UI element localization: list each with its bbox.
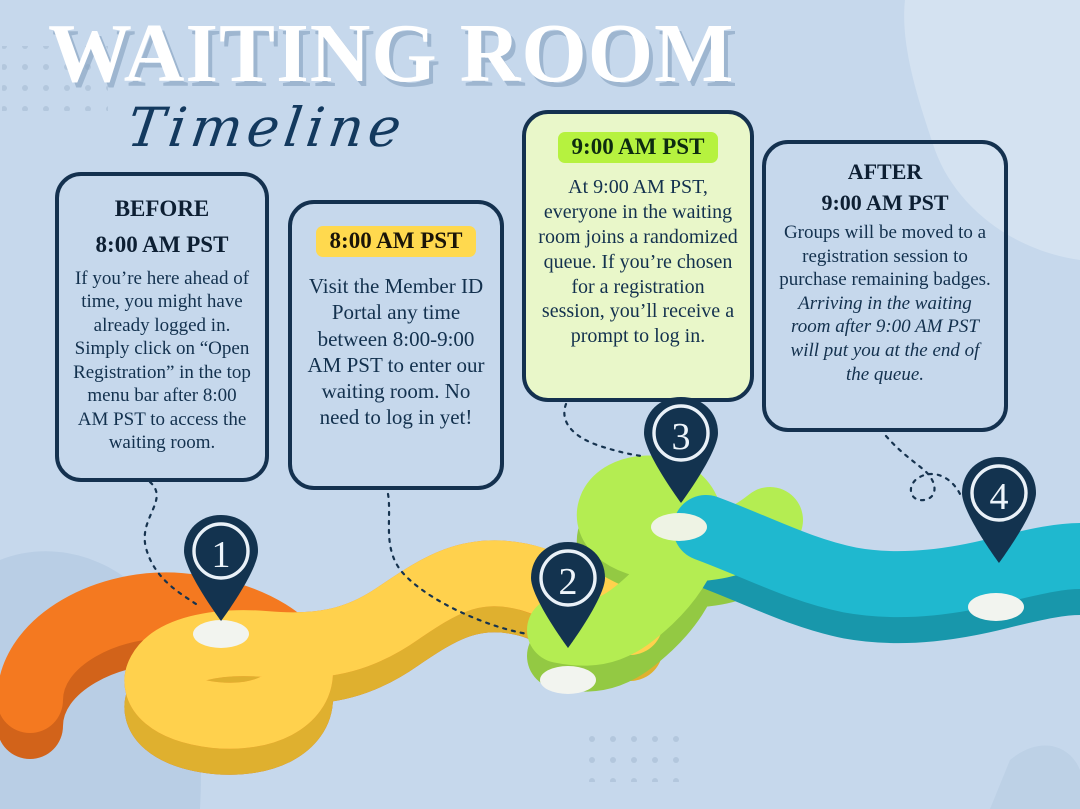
pin-shape-3 xyxy=(644,397,718,503)
connector-card2-pin2 xyxy=(386,492,530,636)
connector-card4-pin4 xyxy=(884,434,962,502)
connector-card3-pin3 xyxy=(563,402,644,458)
map-pin-2[interactable]: 2 xyxy=(527,540,609,650)
pin-shape-1 xyxy=(184,515,258,621)
infographic-canvas: WAITING ROOM Timeline BEFORE 8:00 AM PST… xyxy=(0,0,1080,809)
map-pin-4[interactable]: 4 xyxy=(958,455,1040,565)
pin-shape-4 xyxy=(962,457,1036,563)
pin-shape-2 xyxy=(531,542,605,648)
map-pin-3[interactable]: 3 xyxy=(640,395,722,505)
connector-lines xyxy=(143,402,962,636)
map-pin-1[interactable]: 1 xyxy=(180,513,262,623)
